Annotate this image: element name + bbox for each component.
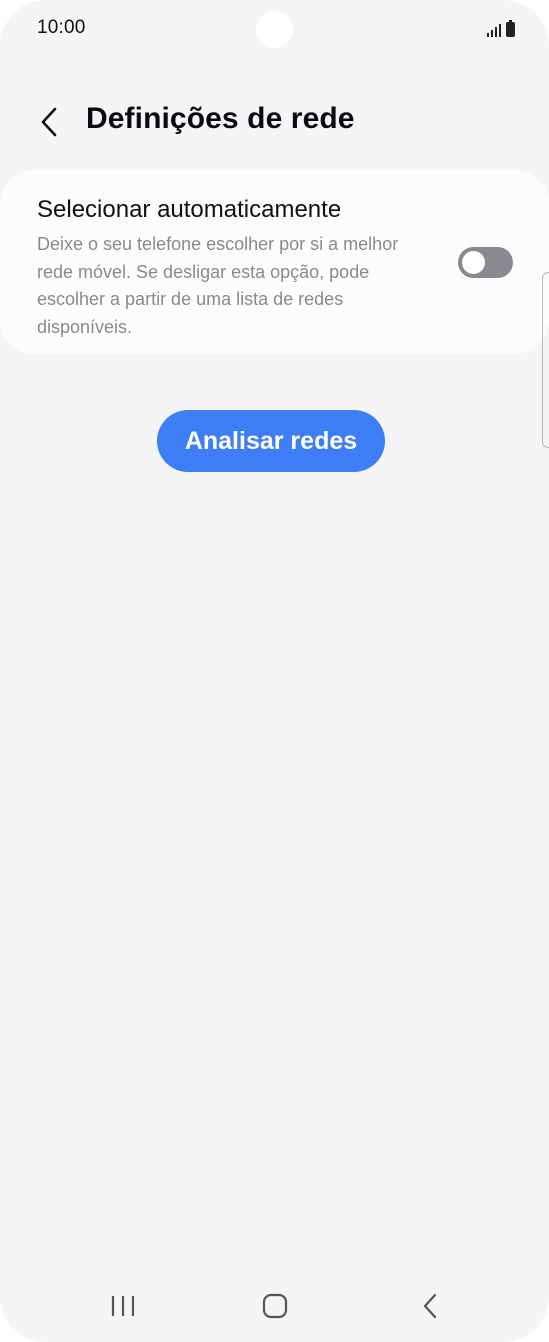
status-icons [487, 19, 515, 37]
recents-icon [111, 1296, 135, 1316]
home-icon [262, 1293, 288, 1319]
signal-icon [487, 23, 501, 37]
auto-select-description: Deixe o seu telefone escolher por si a m… [37, 234, 399, 337]
status-time: 10:00 [37, 17, 86, 38]
edge-panel-handle[interactable] [542, 272, 549, 448]
recents-button[interactable] [98, 1288, 148, 1324]
page-title: Definições de rede [86, 102, 355, 135]
nav-back-button[interactable] [405, 1288, 455, 1324]
camera-cutout [256, 11, 293, 48]
navigation-bar [0, 1270, 549, 1342]
home-button[interactable] [250, 1288, 300, 1324]
toggle-knob [462, 251, 485, 274]
screen: 10:00 Definições de rede Selecionar auto… [0, 0, 549, 1342]
battery-icon [506, 20, 515, 37]
auto-select-title: Selecionar automaticamente [37, 196, 342, 223]
auto-select-card[interactable]: Selecionar automaticamente Deixe o seu t… [0, 170, 549, 354]
back-button[interactable] [30, 100, 68, 144]
auto-select-toggle[interactable] [458, 247, 513, 278]
scan-networks-button[interactable]: Analisar redes [157, 410, 385, 472]
back-icon [423, 1293, 437, 1319]
status-bar: 10:00 [0, 0, 549, 60]
chevron-left-icon [41, 107, 57, 137]
